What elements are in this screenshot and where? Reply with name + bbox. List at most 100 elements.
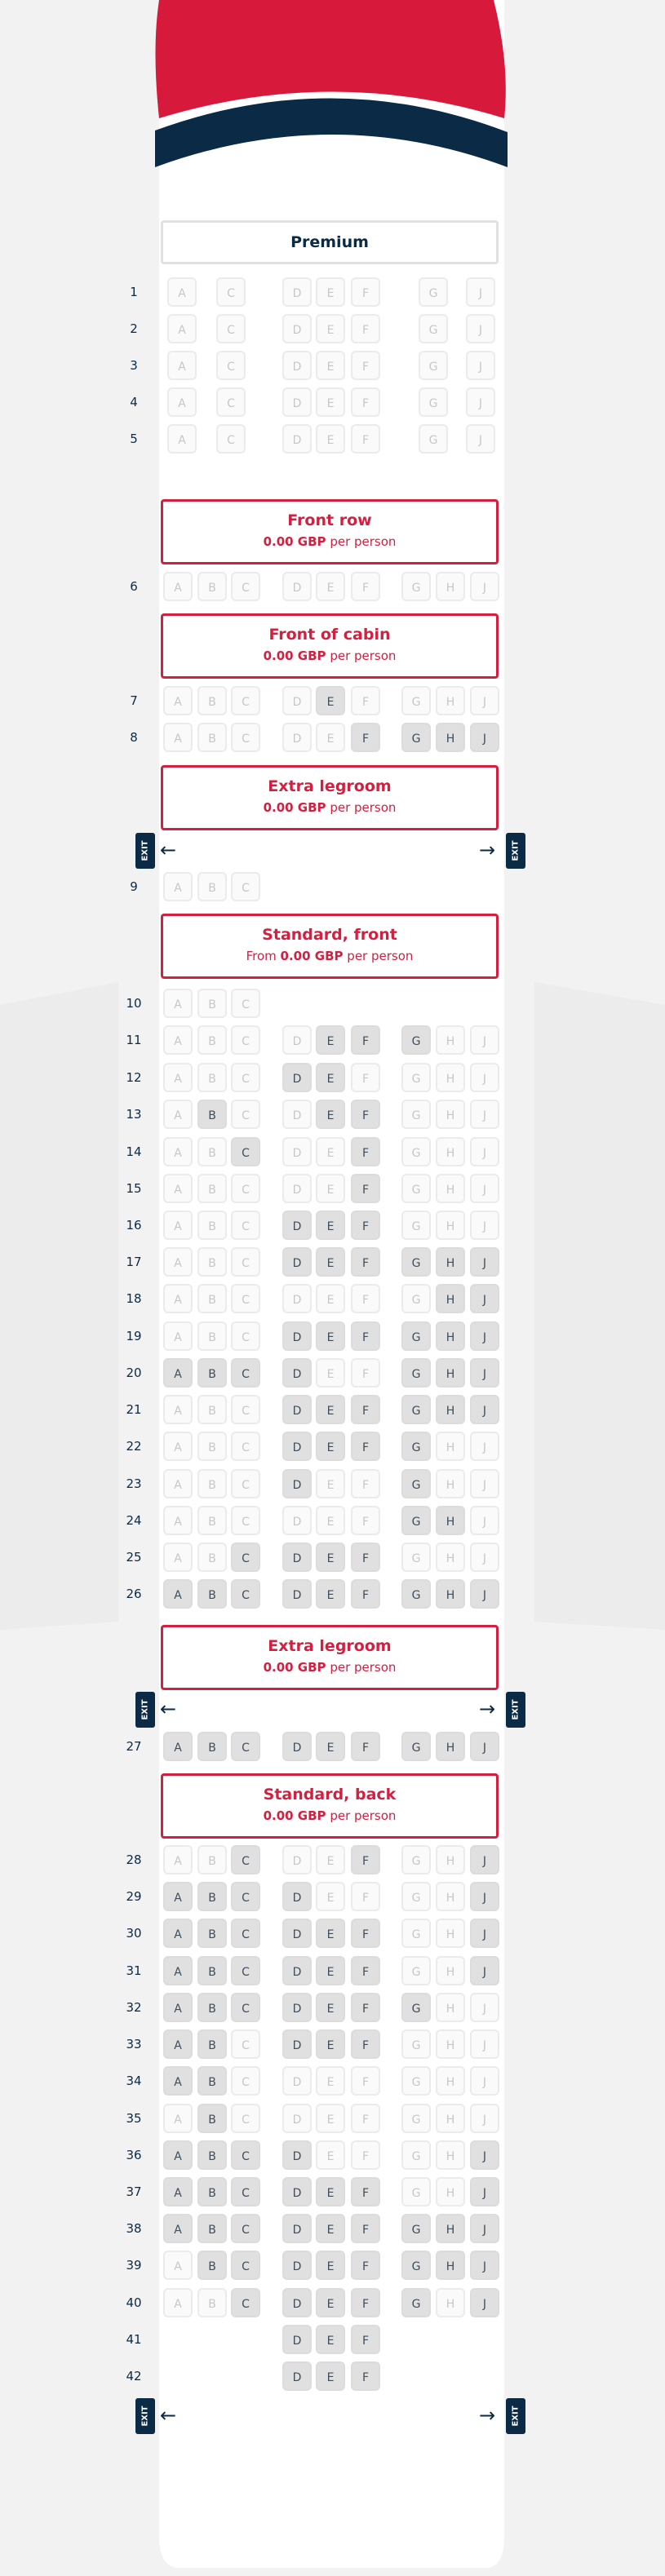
seat-30B[interactable]: B (197, 1919, 227, 1948)
seat-31F[interactable]: F (351, 1956, 380, 1985)
seat-32D[interactable]: D (282, 1993, 312, 2022)
seat-38E[interactable]: E (316, 2214, 345, 2243)
seat-34A[interactable]: A (163, 2066, 193, 2096)
seat-38B[interactable]: B (197, 2214, 227, 2243)
seat-17J[interactable]: J (470, 1247, 499, 1277)
seat-37J[interactable]: J (470, 2177, 499, 2206)
seat-21E[interactable]: E (316, 1395, 345, 1424)
seat-32F[interactable]: F (351, 1993, 380, 2022)
seat-25C[interactable]: C (231, 1543, 260, 1572)
seat-20H[interactable]: H (436, 1358, 465, 1388)
seat-26D[interactable]: D (282, 1579, 312, 1609)
seat-19F[interactable]: F (351, 1321, 380, 1351)
seat-29C[interactable]: C (231, 1882, 260, 1911)
seat-14F[interactable]: F (351, 1137, 380, 1166)
seat-36C[interactable]: C (231, 2140, 260, 2170)
seat-37F[interactable]: F (351, 2177, 380, 2206)
seat-8J[interactable]: J (470, 723, 499, 752)
seat-27D[interactable]: D (282, 1732, 312, 1761)
seat-42D[interactable]: D (282, 2361, 312, 2391)
seat-26F[interactable]: F (351, 1579, 380, 1609)
seat-31D[interactable]: D (282, 1956, 312, 1985)
seat-27B[interactable]: B (197, 1732, 227, 1761)
seat-8H[interactable]: H (436, 723, 465, 752)
seat-19E[interactable]: E (316, 1321, 345, 1351)
seat-38D[interactable]: D (282, 2214, 312, 2243)
seat-21G[interactable]: G (401, 1395, 431, 1424)
seat-18H[interactable]: H (436, 1284, 465, 1313)
seat-25F[interactable]: F (351, 1543, 380, 1572)
seat-8F[interactable]: F (351, 723, 380, 752)
seat-40J[interactable]: J (470, 2288, 499, 2317)
seat-24H[interactable]: H (436, 1506, 465, 1535)
seat-33F[interactable]: F (351, 2029, 380, 2059)
seat-28J[interactable]: J (470, 1845, 499, 1874)
seat-11G[interactable]: G (401, 1025, 431, 1055)
seat-13F[interactable]: F (351, 1100, 380, 1129)
seat-27H[interactable]: H (436, 1732, 465, 1761)
seat-36A[interactable]: A (163, 2140, 193, 2170)
seat-20B[interactable]: B (197, 1358, 227, 1388)
seat-41D[interactable]: D (282, 2325, 312, 2354)
seat-27A[interactable]: A (163, 1732, 193, 1761)
seat-31A[interactable]: A (163, 1956, 193, 1985)
seat-21J[interactable]: J (470, 1395, 499, 1424)
seat-26G[interactable]: G (401, 1579, 431, 1609)
seat-26H[interactable]: H (436, 1579, 465, 1609)
seat-32C[interactable]: C (231, 1993, 260, 2022)
seat-23D[interactable]: D (282, 1469, 312, 1498)
seat-17D[interactable]: D (282, 1247, 312, 1277)
seat-26E[interactable]: E (316, 1579, 345, 1609)
seat-19H[interactable]: H (436, 1321, 465, 1351)
seat-21H[interactable]: H (436, 1395, 465, 1424)
seat-31B[interactable]: B (197, 1956, 227, 1985)
seat-30E[interactable]: E (316, 1919, 345, 1948)
seat-33A[interactable]: A (163, 2029, 193, 2059)
seat-26J[interactable]: J (470, 1579, 499, 1609)
seat-16F[interactable]: F (351, 1211, 380, 1240)
seat-39B[interactable]: B (197, 2251, 227, 2280)
seat-23G[interactable]: G (401, 1469, 431, 1498)
seat-35B[interactable]: B (197, 2104, 227, 2133)
seat-38G[interactable]: G (401, 2214, 431, 2243)
seat-20J[interactable]: J (470, 1358, 499, 1388)
seat-41E[interactable]: E (316, 2325, 345, 2354)
seat-19D[interactable]: D (282, 1321, 312, 1351)
seat-12E[interactable]: E (316, 1063, 345, 1092)
seat-39G[interactable]: G (401, 2251, 431, 2280)
seat-22E[interactable]: E (316, 1432, 345, 1461)
seat-32B[interactable]: B (197, 1993, 227, 2022)
seat-19G[interactable]: G (401, 1321, 431, 1351)
seat-11E[interactable]: E (316, 1025, 345, 1055)
seat-30C[interactable]: C (231, 1919, 260, 1948)
seat-20G[interactable]: G (401, 1358, 431, 1388)
seat-17F[interactable]: F (351, 1247, 380, 1277)
seat-33B[interactable]: B (197, 2029, 227, 2059)
seat-27C[interactable]: C (231, 1732, 260, 1761)
seat-28F[interactable]: F (351, 1845, 380, 1874)
seat-38J[interactable]: J (470, 2214, 499, 2243)
seat-36D[interactable]: D (282, 2140, 312, 2170)
seat-29D[interactable]: D (282, 1882, 312, 1911)
seat-20D[interactable]: D (282, 1358, 312, 1388)
seat-37A[interactable]: A (163, 2177, 193, 2206)
seat-19J[interactable]: J (470, 1321, 499, 1351)
seat-27F[interactable]: F (351, 1732, 380, 1761)
seat-12D[interactable]: D (282, 1063, 312, 1092)
seat-36B[interactable]: B (197, 2140, 227, 2170)
seat-27J[interactable]: J (470, 1732, 499, 1761)
seat-37D[interactable]: D (282, 2177, 312, 2206)
seat-39F[interactable]: F (351, 2251, 380, 2280)
seat-20C[interactable]: C (231, 1358, 260, 1388)
seat-36J[interactable]: J (470, 2140, 499, 2170)
seat-18J[interactable]: J (470, 1284, 499, 1313)
seat-26B[interactable]: B (197, 1579, 227, 1609)
seat-17E[interactable]: E (316, 1247, 345, 1277)
seat-22F[interactable]: F (351, 1432, 380, 1461)
seat-30J[interactable]: J (470, 1919, 499, 1948)
seat-29B[interactable]: B (197, 1882, 227, 1911)
seat-21D[interactable]: D (282, 1395, 312, 1424)
seat-39J[interactable]: J (470, 2251, 499, 2280)
seat-7E[interactable]: E (316, 686, 345, 715)
seat-16D[interactable]: D (282, 1211, 312, 1240)
